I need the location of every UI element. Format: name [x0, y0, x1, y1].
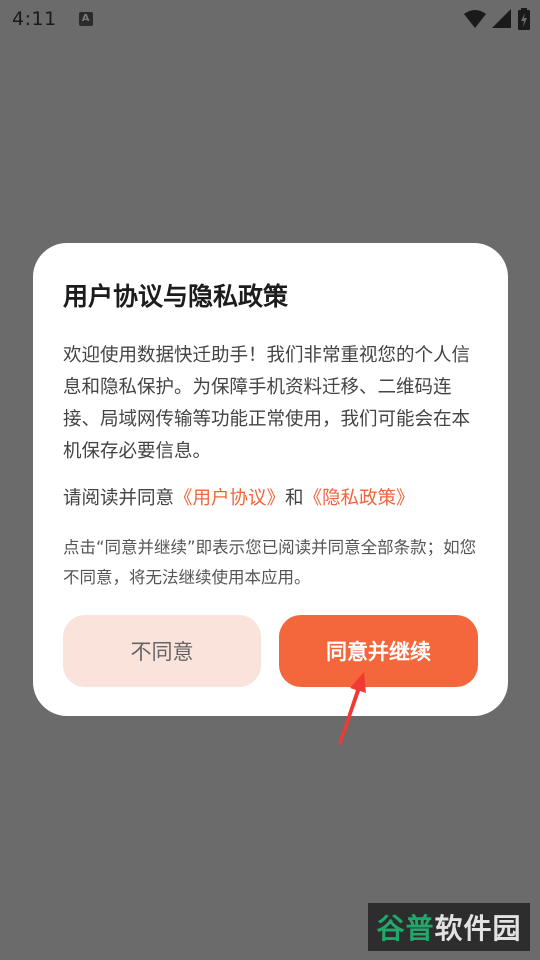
dialog-title: 用户协议与隐私政策	[63, 282, 289, 311]
status-icons	[464, 8, 530, 30]
status-time: 4:11	[12, 8, 57, 30]
privacy-dialog: 用户协议与隐私政策 欢迎使用数据快迁助手！我们非常重视您的个人信息和隐私保护。为…	[33, 243, 508, 716]
dialog-prompt: 请阅读并同意《用户协议》和《隐私政策》	[63, 483, 493, 515]
watermark-part1: 谷普	[376, 912, 435, 945]
dialog-body-text: 欢迎使用数据快迁助手！我们非常重视您的个人信息和隐私保护。为保障手机资料迁移、二…	[63, 345, 471, 462]
status-bar: 4:11 A	[0, 0, 540, 38]
privacy-policy-link[interactable]: 《隐私政策》	[304, 488, 415, 509]
signal-icon	[492, 9, 511, 28]
battery-charging-icon	[518, 8, 530, 30]
wifi-icon	[464, 10, 486, 28]
dialog-note: 点击“同意并继续”即表示您已阅读并同意全部条款；如您不同意，将无法继续使用本应用…	[63, 538, 477, 587]
disagree-button[interactable]: 不同意	[63, 615, 261, 687]
user-agreement-link[interactable]: 《用户协议》	[174, 488, 285, 509]
prompt-and: 和	[285, 488, 304, 509]
a-icon: A	[78, 12, 93, 26]
prompt-prefix: 请阅读并同意	[63, 488, 175, 509]
watermark-logo: 谷普 软件园	[368, 903, 530, 951]
pointer-arrow-icon	[338, 672, 366, 745]
agree-continue-button[interactable]: 同意并继续	[279, 615, 478, 687]
watermark-part2: 软件园	[434, 912, 522, 945]
